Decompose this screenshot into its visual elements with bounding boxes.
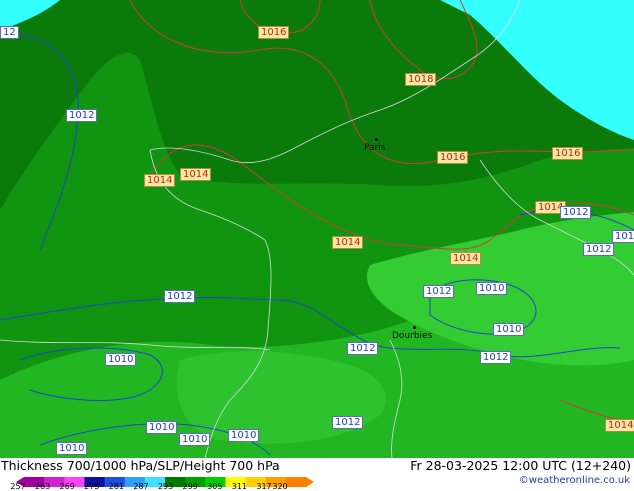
brand-link[interactable]: ©weatheronline.co.uk <box>519 475 630 486</box>
map-canvas <box>0 0 634 458</box>
isobar-label: 1014 <box>450 252 482 265</box>
isobar-label: 1010 <box>146 421 178 434</box>
weather-map: 1016 1016 1016 1018 1014 1014 1014 1014 … <box>0 0 634 458</box>
city-marker <box>375 138 378 141</box>
footer-bar: Thickness 700/1000 hPa/SLP/Height 700 hP… <box>0 458 634 491</box>
isobar-label: 1010 <box>476 282 508 295</box>
map-title: Thickness 700/1000 hPa/SLP/Height 700 hP… <box>1 458 280 473</box>
isobar-label: 1012 <box>164 290 196 303</box>
isobar-label: 1014 <box>144 174 176 187</box>
isobar-label: 1012 <box>612 230 634 243</box>
isobar-label: 1012 <box>332 416 364 429</box>
isobar-label: 1016 <box>258 26 290 39</box>
isobar-label: 1014 <box>332 236 364 249</box>
isobar-label: 12 <box>0 26 19 39</box>
map-datetime: Fr 28-03-2025 12:00 UTC (12+240) <box>410 458 631 473</box>
isobar-label: 1012 <box>66 109 98 122</box>
isobar-label: 1012 <box>423 285 455 298</box>
scale-arrow-right <box>306 477 314 487</box>
isobar-label: 1010 <box>56 442 88 455</box>
isobar-label: 1018 <box>405 73 437 86</box>
isobar-label: 1010 <box>179 433 211 446</box>
isobar-label: 1012 <box>560 206 592 219</box>
city-label-dourbies: Dourbies <box>392 331 433 341</box>
isobar-label: 1010 <box>228 429 260 442</box>
color-scale: 257 263 269 275 281 287 293 299 305 311 317 320 <box>10 472 316 491</box>
isobar-label: 1014 <box>180 168 212 181</box>
city-label-paris: Paris <box>364 143 386 153</box>
isobar-label: 1012 <box>583 243 615 256</box>
isobar-label: 1014 <box>605 419 634 432</box>
isobar-label: 1010 <box>493 323 525 336</box>
isobar-label: 1016 <box>552 147 584 160</box>
isobar-label: 1016 <box>437 151 469 164</box>
isobar-label: 1012 <box>480 351 512 364</box>
isobar-label: 1010 <box>105 353 137 366</box>
city-marker <box>413 326 416 329</box>
isobar-label: 1012 <box>347 342 379 355</box>
